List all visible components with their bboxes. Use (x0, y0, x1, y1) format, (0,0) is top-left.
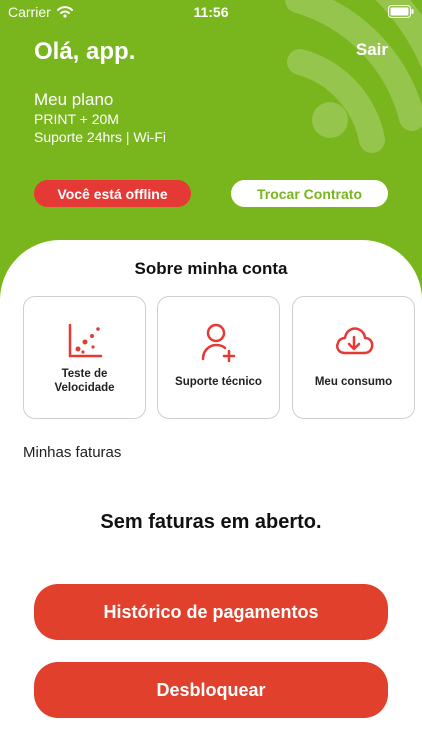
status-bar: Carrier 11:56 (0, 0, 422, 24)
cloud-download-icon (293, 323, 414, 359)
speed-test-label: Teste de Velocidade (54, 368, 115, 394)
user-add-icon (158, 323, 279, 363)
consumption-card[interactable]: Meu consumo (292, 296, 415, 419)
logout-button[interactable]: Sair (356, 40, 388, 60)
speed-chart-icon (24, 323, 145, 359)
consumption-label: Meu consumo (314, 376, 393, 388)
clock: 11:56 (193, 4, 229, 20)
plan-name: PRINT + 20M (34, 111, 119, 127)
tech-support-card[interactable]: Suporte técnico (157, 296, 280, 419)
plan-details: Suporte 24hrs | Wi-Fi (34, 129, 167, 145)
payment-history-button[interactable]: Histórico de pagamentos (34, 584, 388, 640)
greeting-title: Olá, app. (34, 38, 136, 65)
battery-icon (388, 5, 414, 18)
speed-test-card[interactable]: Teste de Velocidade (23, 296, 146, 419)
offline-badge: Você está offline (34, 180, 191, 207)
invoices-section-label: Minhas faturas (23, 444, 122, 461)
plan-title: Meu plano (34, 90, 114, 109)
account-section-title: Sobre minha conta (134, 259, 288, 278)
tech-support-label: Suporte técnico (175, 376, 262, 388)
empty-invoices-message: Sem faturas em aberto. (100, 511, 322, 533)
change-contract-button[interactable]: Trocar Contrato (231, 180, 388, 207)
unlock-button[interactable]: Desbloquear (34, 662, 388, 718)
